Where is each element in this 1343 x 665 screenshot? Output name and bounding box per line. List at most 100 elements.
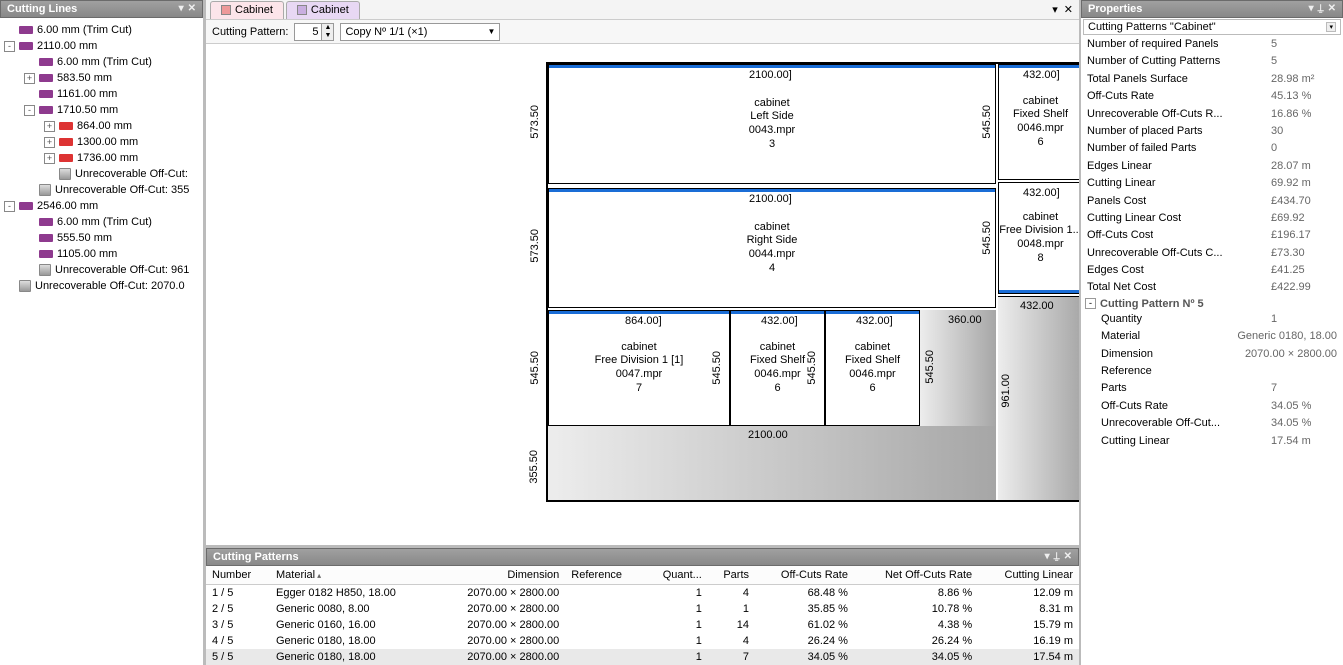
tree-item[interactable]: 6.00 mm (Trim Cut) bbox=[2, 54, 201, 70]
properties-header[interactable]: Properties ▾ ⍊ ✕ bbox=[1081, 0, 1343, 18]
tree-item[interactable]: +1300.00 mm bbox=[2, 134, 201, 150]
group-toggle[interactable]: - bbox=[1085, 298, 1096, 309]
property-row[interactable]: Number of required Panels5 bbox=[1081, 36, 1343, 53]
tree-item[interactable]: Unrecoverable Off-Cut: 2070.0 bbox=[2, 278, 201, 294]
table-row[interactable]: 1 / 5Egger 0182 H850, 18.002070.00 × 280… bbox=[206, 585, 1079, 602]
tree-label: 2546.00 mm bbox=[37, 200, 98, 212]
table-row[interactable]: 3 / 5Generic 0160, 16.002070.00 × 2800.0… bbox=[206, 617, 1079, 633]
close-icon[interactable]: ✕ bbox=[1064, 3, 1073, 16]
tree-mark-icon bbox=[19, 280, 31, 292]
dropdown-icon[interactable]: ▾ bbox=[1045, 552, 1050, 562]
properties-list[interactable]: Number of required Panels5Number of Cutt… bbox=[1081, 36, 1343, 665]
tree-item[interactable]: 1105.00 mm bbox=[2, 246, 201, 262]
property-row[interactable]: Number of placed Parts30 bbox=[1081, 123, 1343, 140]
property-row[interactable]: Reference bbox=[1081, 363, 1343, 380]
properties-selector[interactable]: Cutting Patterns "Cabinet" ▾ bbox=[1083, 19, 1341, 35]
property-row[interactable]: Edges Cost£41.25 bbox=[1081, 262, 1343, 279]
column-header[interactable]: Cutting Linear bbox=[978, 566, 1079, 585]
property-row[interactable]: Number of failed Parts0 bbox=[1081, 140, 1343, 157]
cutting-patterns-header[interactable]: Cutting Patterns ▾ ⍊ ✕ bbox=[206, 548, 1079, 566]
tree-toggle[interactable]: - bbox=[4, 201, 15, 212]
tree-item[interactable]: 6.00 mm (Trim Cut) bbox=[2, 214, 201, 230]
close-icon[interactable]: ✕ bbox=[1064, 552, 1072, 562]
column-header[interactable]: Dimension bbox=[435, 566, 565, 585]
pin-icon[interactable]: ⍊ bbox=[1318, 4, 1324, 14]
tree-toggle[interactable]: + bbox=[44, 137, 55, 148]
property-row[interactable]: Off-Cuts Cost£196.17 bbox=[1081, 227, 1343, 244]
close-icon[interactable]: ✕ bbox=[188, 4, 196, 14]
part-fixed-shelf[interactable]: 432.00] 545.50 cabinetFixed Shelf0046.mp… bbox=[825, 310, 920, 426]
part-fixed-shelf[interactable]: 432.00] 545.50 cabinetFixed Shelf0046.mp… bbox=[998, 64, 1079, 180]
spinner-up[interactable]: ▲ bbox=[321, 24, 333, 32]
tree-mark-icon bbox=[39, 250, 53, 258]
tree-item[interactable]: Unrecoverable Off-Cut: 355 bbox=[2, 182, 201, 198]
part-free-division[interactable]: 432.00] 545.50 cabinetFree Division 1...… bbox=[998, 182, 1079, 294]
property-group[interactable]: -Cutting Pattern Nº 5 bbox=[1081, 297, 1343, 311]
column-header[interactable]: Net Off-Cuts Rate bbox=[854, 566, 978, 585]
property-row[interactable]: Number of Cutting Patterns5 bbox=[1081, 53, 1343, 70]
part-left-side[interactable]: 2100.00] 573.50 cabinetLeft Side0043.mpr… bbox=[548, 64, 996, 184]
pattern-spinner[interactable]: ▲▼ bbox=[294, 23, 334, 41]
copy-combo[interactable]: Copy Nº 1/1 (×1)▼ bbox=[340, 23, 500, 41]
tab-cabinet-2[interactable]: Cabinet bbox=[286, 1, 360, 19]
part-free-division-1[interactable]: 864.00] 545.50 cabinetFree Division 1 [1… bbox=[548, 310, 730, 426]
tree-item[interactable]: 555.50 mm bbox=[2, 230, 201, 246]
tree-toggle[interactable]: - bbox=[4, 41, 15, 52]
property-row[interactable]: Unrecoverable Off-Cuts R...16.86 % bbox=[1081, 106, 1343, 123]
column-header[interactable]: Quant... bbox=[644, 566, 708, 585]
tree-toggle[interactable]: + bbox=[24, 73, 35, 84]
column-header[interactable]: Off-Cuts Rate bbox=[755, 566, 854, 585]
column-header[interactable]: Parts bbox=[708, 566, 755, 585]
tree-item[interactable]: Unrecoverable Off-Cut: bbox=[2, 166, 201, 182]
property-row[interactable]: Cutting Linear17.54 m bbox=[1081, 433, 1343, 450]
pin-icon[interactable]: ⍊ bbox=[1054, 552, 1060, 562]
dim-label: 2100.00 bbox=[748, 429, 788, 441]
cutting-lines-header[interactable]: Cutting Lines ▾ ✕ bbox=[0, 0, 203, 18]
property-row[interactable]: Edges Linear28.07 m bbox=[1081, 158, 1343, 175]
tree-item[interactable]: -1710.50 mm bbox=[2, 102, 201, 118]
pattern-number-input[interactable] bbox=[295, 25, 321, 39]
dropdown-icon[interactable]: ▾ bbox=[179, 4, 184, 14]
property-row[interactable]: Cutting Linear69.92 m bbox=[1081, 175, 1343, 192]
tree-toggle[interactable]: + bbox=[44, 153, 55, 164]
column-header[interactable]: Number bbox=[206, 566, 270, 585]
property-row[interactable]: Total Net Cost£422.99 bbox=[1081, 279, 1343, 296]
tree-item[interactable]: +1736.00 mm bbox=[2, 150, 201, 166]
property-row[interactable]: MaterialGeneric 0180, 18.00 bbox=[1081, 328, 1343, 345]
property-row[interactable]: Panels Cost£434.70 bbox=[1081, 193, 1343, 210]
tree-item[interactable]: +583.50 mm bbox=[2, 70, 201, 86]
property-row[interactable]: Off-Cuts Rate45.13 % bbox=[1081, 88, 1343, 105]
tree-item[interactable]: 6.00 mm (Trim Cut) bbox=[2, 22, 201, 38]
column-header[interactable]: Material▴ bbox=[270, 566, 435, 585]
property-row[interactable]: Quantity1 bbox=[1081, 311, 1343, 328]
property-row[interactable]: Unrecoverable Off-Cut...34.05 % bbox=[1081, 415, 1343, 432]
tree-item[interactable]: -2110.00 mm bbox=[2, 38, 201, 54]
property-row[interactable]: Cutting Linear Cost£69.92 bbox=[1081, 210, 1343, 227]
tree-item[interactable]: +864.00 mm bbox=[2, 118, 201, 134]
dim-label: 432.00] bbox=[761, 315, 798, 327]
table-row[interactable]: 4 / 5Generic 0180, 18.002070.00 × 2800.0… bbox=[206, 633, 1079, 649]
cutting-diagram[interactable]: 250.00 2070.00 2100.00] 573.50 cabinetLe… bbox=[206, 44, 1079, 545]
tree-toggle[interactable]: - bbox=[24, 105, 35, 116]
part-right-side[interactable]: 2100.00] 573.50 cabinetRight Side0044.mp… bbox=[548, 188, 996, 308]
cutting-patterns-table[interactable]: NumberMaterial▴DimensionReferenceQuant..… bbox=[206, 566, 1079, 665]
property-row[interactable]: Total Panels Surface28.98 m² bbox=[1081, 71, 1343, 88]
table-row[interactable]: 5 / 5Generic 0180, 18.002070.00 × 2800.0… bbox=[206, 649, 1079, 665]
spinner-down[interactable]: ▼ bbox=[321, 32, 333, 40]
property-row[interactable]: Dimension2070.00 × 2800.00 bbox=[1081, 346, 1343, 363]
property-row[interactable]: Off-Cuts Rate34.05 % bbox=[1081, 398, 1343, 415]
tree-item[interactable]: Unrecoverable Off-Cut: 961 bbox=[2, 262, 201, 278]
cutting-lines-tree[interactable]: 6.00 mm (Trim Cut)-2110.00 mm6.00 mm (Tr… bbox=[0, 18, 203, 665]
close-icon[interactable]: ✕ bbox=[1328, 4, 1336, 14]
table-row[interactable]: 2 / 5Generic 0080, 8.002070.00 × 2800.00… bbox=[206, 601, 1079, 617]
tab-cabinet-1[interactable]: Cabinet bbox=[210, 1, 284, 19]
property-row[interactable]: Parts7 bbox=[1081, 380, 1343, 397]
cutting-patterns-title: Cutting Patterns bbox=[213, 551, 299, 563]
tree-item[interactable]: - 2546.00 mm bbox=[2, 198, 201, 214]
dropdown-icon[interactable]: ▾ bbox=[1309, 4, 1314, 14]
dropdown-icon[interactable]: ▾ bbox=[1052, 3, 1058, 16]
tree-toggle[interactable]: + bbox=[44, 121, 55, 132]
column-header[interactable]: Reference bbox=[565, 566, 644, 585]
tree-item[interactable]: 1161.00 mm bbox=[2, 86, 201, 102]
property-row[interactable]: Unrecoverable Off-Cuts C...£73.30 bbox=[1081, 245, 1343, 262]
